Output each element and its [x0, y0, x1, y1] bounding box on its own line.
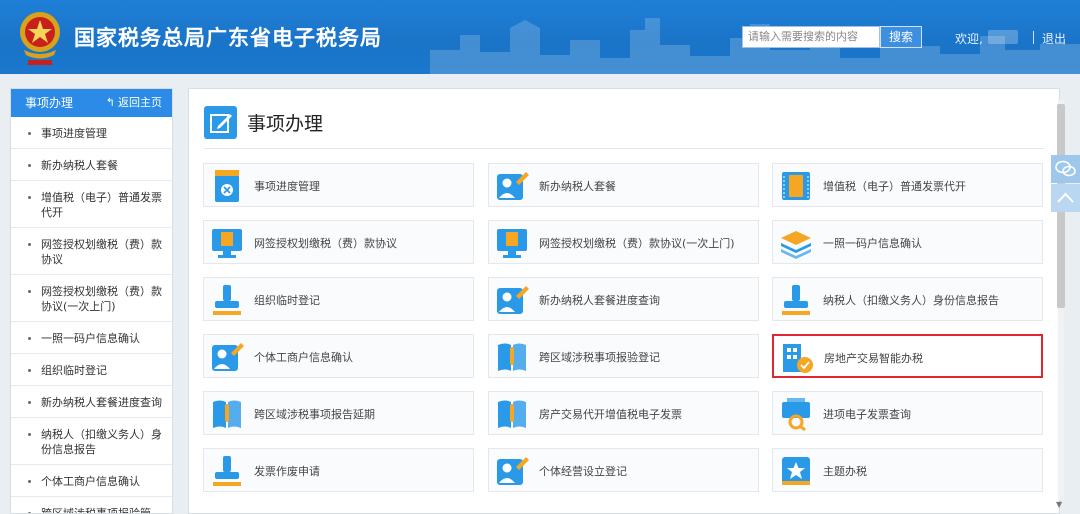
- service-tile-label: 跨区域涉税事项报告延期: [254, 408, 375, 421]
- sidebar-item[interactable]: 跨区域涉税事项报验管: [11, 497, 172, 513]
- star-book-icon: [778, 453, 814, 489]
- sidebar-header: 事项办理 ↰ 返回主页: [11, 89, 172, 117]
- service-tile-label: 主题办税: [823, 465, 867, 478]
- sidebar-title: 事项办理: [25, 96, 74, 110]
- progress-doc-icon: [209, 168, 245, 204]
- sidebar: 事项办理 ↰ 返回主页 事项进度管理 新办纳税人套餐 增值税（电子）普通发票代开 …: [10, 88, 173, 514]
- service-tile-label: 跨区域涉税事项报验登记: [539, 351, 660, 364]
- back-home-link[interactable]: ↰ 返回主页: [106, 89, 162, 117]
- service-tile-label: 新办纳税人套餐: [539, 180, 616, 193]
- service-tile[interactable]: 个体经营设立登记: [488, 448, 759, 492]
- invoice-icon: [778, 168, 814, 204]
- chat-icon: [1055, 160, 1076, 177]
- service-tile[interactable]: 一照一码户信息确认: [772, 220, 1043, 264]
- stamp-icon: [778, 282, 814, 318]
- building-check-icon: [779, 340, 815, 376]
- service-tile-label: 网签授权划缴税（费）款协议: [254, 237, 397, 250]
- stamp-icon: [209, 453, 245, 489]
- sidebar-item[interactable]: 事项进度管理: [11, 117, 172, 149]
- sidebar-list: 事项进度管理 新办纳税人套餐 增值税（电子）普通发票代开 网签授权划缴税（费）款…: [11, 117, 172, 513]
- sidebar-item[interactable]: 网签授权划缴税（费）款协议: [11, 228, 172, 275]
- book-icon: [494, 339, 530, 375]
- monitor-tax-icon: [494, 225, 530, 261]
- service-tile[interactable]: 新办纳税人套餐: [488, 163, 759, 207]
- book-icon: [209, 396, 245, 432]
- service-tile-label: 一照一码户信息确认: [823, 237, 922, 250]
- page-title: 事项办理: [247, 113, 324, 135]
- back-to-top-button[interactable]: [1051, 184, 1080, 212]
- service-tile-label: 个体经营设立登记: [539, 465, 627, 478]
- sidebar-item[interactable]: 新办纳税人套餐: [11, 149, 172, 181]
- sidebar-item[interactable]: 个体工商户信息确认: [11, 465, 172, 497]
- site-title: 国家税务总局广东省电子税务局: [74, 26, 382, 50]
- stamp-icon: [209, 282, 245, 318]
- service-tile[interactable]: 网签授权划缴税（费）款协议(一次上门): [488, 220, 759, 264]
- header-divider: [1033, 31, 1034, 44]
- sidebar-item[interactable]: 新办纳税人套餐进度查询: [11, 386, 172, 418]
- service-tile-label: 发票作废申请: [254, 465, 320, 478]
- service-tile-label: 个体工商户信息确认: [254, 351, 353, 364]
- service-tile-label: 房产交易代开增值税电子发票: [539, 408, 682, 421]
- service-tile[interactable]: 个体工商户信息确认: [203, 334, 474, 378]
- book-icon: [494, 396, 530, 432]
- service-tile[interactable]: 发票作废申请: [203, 448, 474, 492]
- service-tile[interactable]: 组织临时登记: [203, 277, 474, 321]
- user-name-redacted: [988, 30, 1018, 44]
- sidebar-item[interactable]: 网签授权划缴税（费）款协议(一次上门): [11, 275, 172, 322]
- service-tile-label: 增值税（电子）普通发票代开: [823, 180, 966, 193]
- service-tile[interactable]: 新办纳税人套餐进度查询: [488, 277, 759, 321]
- title-divider: [204, 148, 1044, 149]
- chat-float-button[interactable]: [1051, 155, 1080, 183]
- service-tile[interactable]: 房产交易代开增值税电子发票: [488, 391, 759, 435]
- service-tile-label: 房地产交易智能办税: [824, 352, 923, 365]
- service-tile[interactable]: 主题办税: [772, 448, 1043, 492]
- chevron-up-icon: [1057, 192, 1074, 203]
- service-tile[interactable]: 进项电子发票查询: [772, 391, 1043, 435]
- user-edit-icon: [494, 168, 530, 204]
- service-tile-label: 组织临时登记: [254, 294, 320, 307]
- back-arrow-icon: ↰: [105, 96, 115, 109]
- service-tile[interactable]: 纳税人（扣缴义务人）身份信息报告: [772, 277, 1043, 321]
- service-tile-label: 新办纳税人套餐进度查询: [539, 294, 660, 307]
- back-home-label: 返回主页: [118, 96, 162, 109]
- search-button[interactable]: 搜索: [880, 26, 922, 48]
- user-edit-icon: [494, 453, 530, 489]
- top-header: 国家税务总局广东省电子税务局 请输入需要搜索的内容 搜索 欢迎, 退出: [0, 0, 1080, 74]
- service-tile[interactable]: 跨区域涉税事项报验登记: [488, 334, 759, 378]
- invoice-search-icon: [778, 396, 814, 432]
- user-edit-icon: [209, 339, 245, 375]
- service-tile[interactable]: 事项进度管理: [203, 163, 474, 207]
- welcome-text: 欢迎,: [955, 32, 983, 46]
- service-tile[interactable]: 跨区域涉税事项报告延期: [203, 391, 474, 435]
- service-tile-label: 事项进度管理: [254, 180, 320, 193]
- sidebar-item[interactable]: 纳税人（扣缴义务人）身份信息报告: [11, 418, 172, 465]
- service-tile-label: 纳税人（扣缴义务人）身份信息报告: [823, 294, 999, 307]
- scroll-down-arrow-icon[interactable]: ▼: [1056, 500, 1062, 509]
- service-tile[interactable]: 房地产交易智能办税: [772, 334, 1043, 378]
- edit-icon: [204, 106, 237, 139]
- search-input[interactable]: 请输入需要搜索的内容: [742, 26, 880, 48]
- sidebar-item[interactable]: 组织临时登记: [11, 354, 172, 386]
- service-tile[interactable]: 网签授权划缴税（费）款协议: [203, 220, 474, 264]
- layers-icon: [778, 225, 814, 261]
- monitor-tax-icon: [209, 225, 245, 261]
- sidebar-item[interactable]: 一照一码户信息确认: [11, 322, 172, 354]
- national-emblem-icon: [20, 12, 60, 65]
- main-panel: 事项办理 事项进度管理 新办纳税人套餐 增值税（电子）普通发票代开网签授权划缴税（费…: [188, 88, 1060, 514]
- sidebar-item[interactable]: 增值税（电子）普通发票代开: [11, 181, 172, 228]
- service-tile-label: 网签授权划缴税（费）款协议(一次上门): [539, 237, 735, 250]
- user-edit-icon: [494, 282, 530, 318]
- service-tile-label: 进项电子发票查询: [823, 408, 911, 421]
- service-tile[interactable]: 增值税（电子）普通发票代开: [772, 163, 1043, 207]
- logout-link[interactable]: 退出: [1042, 30, 1066, 47]
